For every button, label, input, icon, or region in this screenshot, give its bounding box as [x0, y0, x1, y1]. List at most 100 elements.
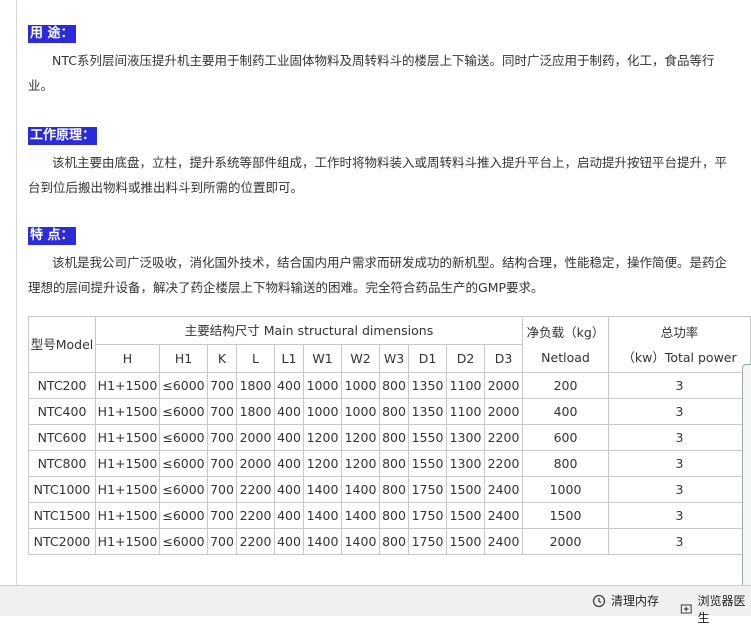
dimension-header-cell: L — [236, 344, 275, 373]
table-cell: 2400 — [484, 528, 523, 555]
model-cell: NTC600 — [28, 424, 96, 451]
paragraph-line: 业。 — [28, 78, 54, 93]
table-cell: 400 — [274, 372, 304, 399]
table-cell: 800 — [379, 528, 409, 555]
table-cell: 2000 — [236, 450, 275, 477]
browser-doctor-button[interactable]: 浏览器医生 — [680, 592, 751, 626]
paragraph-line: 该机主要由底盘，立柱，提升系统等部件组成，工作时将物料装入或周转料斗推入提升平台… — [52, 155, 728, 170]
table-cell: 400 — [274, 476, 304, 503]
clear-memory-button[interactable]: 清理内存 — [592, 592, 659, 609]
table-cell: 700 — [207, 476, 237, 503]
paragraph-line: NTC系列层间液压提升机主要用于制药工业固体物料及周转料斗的楼层上下输送。同时广… — [52, 53, 715, 68]
table-cell: 1400 — [341, 502, 380, 529]
table-row: NTC1000 H1+1500 ≤6000 700 2200 400 1400 1400 800… — [28, 476, 751, 503]
table-cell: 3 — [608, 476, 751, 503]
browser-doctor-label: 浏览器医生 — [697, 594, 746, 625]
content-left-border — [16, 0, 17, 586]
table-row: NTC400 H1+1500 ≤6000 700 1800 400 1000 1000 800 1… — [28, 398, 751, 425]
table-cell: 1200 — [303, 450, 342, 477]
table-cell: 1750 — [408, 476, 447, 503]
table-cell: ≤6000 — [159, 372, 208, 399]
dimension-header-cell: L1 — [274, 344, 304, 373]
table-cell: 700 — [207, 502, 237, 529]
clear-memory-label: 清理内存 — [611, 594, 660, 608]
table-cell: 1100 — [446, 372, 485, 399]
table-cell: 1550 — [408, 450, 447, 477]
table-cell: H1+1500 — [95, 528, 160, 555]
table-cell: 200 — [522, 372, 609, 399]
table-cell: 800 — [379, 476, 409, 503]
table-body: NTC200 H1+1500 ≤6000 700 1800 400 1000 1000 800 1… — [28, 372, 751, 555]
section-usage: 用 途： NTC系列层间液压提升机主要用于制药工业固体物料及周转料斗的楼层上下输… — [28, 20, 714, 98]
table-cell: 2000 — [484, 372, 523, 399]
table-cell: 1350 — [408, 398, 447, 425]
table-cell: 700 — [207, 372, 237, 399]
table-cell: 1100 — [446, 398, 485, 425]
header-netload: 净负载（kg） Netload — [522, 316, 609, 373]
dimension-header-cell: D1 — [408, 344, 447, 373]
table-cell: 1000 — [341, 398, 380, 425]
table-row: NTC600 H1+1500 ≤6000 700 2000 400 1200 1200 800 1… — [28, 424, 751, 451]
header-model: 型号Model — [28, 316, 96, 373]
model-cell: NTC400 — [28, 398, 96, 425]
section-working-principle: 工作原理： 该机主要由底盘，立柱，提升系统等部件组成，工作时将物料装入或周转料斗… — [28, 122, 727, 200]
dimension-header-cell: H — [95, 344, 160, 373]
header-dimensions: 主要结构尺寸 Main structural dimensions — [95, 316, 523, 345]
table-cell: 700 — [207, 398, 237, 425]
table-cell: 1500 — [446, 502, 485, 529]
table-cell: 1500 — [446, 476, 485, 503]
dimension-header-cell: W3 — [379, 344, 409, 373]
table-cell: 400 — [274, 424, 304, 451]
table-cell: H1+1500 — [95, 372, 160, 399]
table-cell: 3 — [608, 424, 751, 451]
table-cell: 400 — [274, 502, 304, 529]
paragraph-line: 理想的层间提升设备，解决了药企楼层上下物料输送的困难。完全符合药品生产的GMP要… — [28, 280, 544, 295]
table-cell: 2000 — [236, 424, 275, 451]
header-netload-cn: 净负载（kg） — [526, 324, 605, 340]
table-cell: 3 — [608, 502, 751, 529]
section-heading-principle: 工作原理： — [28, 127, 98, 145]
table-cell: 400 — [274, 398, 304, 425]
header-power: 总功率 （kw）Total power — [608, 316, 751, 373]
table-cell: 1400 — [303, 528, 342, 555]
floating-side-panel-edge[interactable] — [742, 364, 751, 585]
paragraph-line: 台到位后搬出物料或推出料斗到所需的位置即可。 — [28, 180, 304, 195]
model-cell: NTC1000 — [28, 476, 96, 503]
model-cell: NTC800 — [28, 450, 96, 477]
table-cell: 1750 — [408, 528, 447, 555]
table-cell: 2200 — [236, 502, 275, 529]
spec-table: 型号Model 主要结构尺寸 Main structural dimension… — [28, 316, 751, 555]
table-cell: H1+1500 — [95, 476, 160, 503]
table-cell: ≤6000 — [159, 528, 208, 555]
table-cell: 700 — [207, 450, 237, 477]
table-cell: 600 — [522, 424, 609, 451]
table-row: NTC800 H1+1500 ≤6000 700 2000 400 1200 1200 800 1… — [28, 450, 751, 477]
table-row: NTC200 H1+1500 ≤6000 700 1800 400 1000 1000 800 1… — [28, 372, 751, 399]
table-cell: 2000 — [522, 528, 609, 555]
table-cell: 800 — [379, 372, 409, 399]
model-cell: NTC2000 — [28, 528, 96, 555]
table-cell: 2000 — [484, 398, 523, 425]
table-cell: 1000 — [303, 398, 342, 425]
dimension-header-cell: H1 — [159, 344, 208, 373]
table-row: NTC1500 H1+1500 ≤6000 700 2200 400 1400 1400 800… — [28, 502, 751, 529]
dimension-header-cell: D3 — [484, 344, 523, 373]
table-cell: 2200 — [236, 476, 275, 503]
table-cell: 1200 — [303, 424, 342, 451]
dimension-header-cell: K — [207, 344, 237, 373]
table-cell: 3 — [608, 450, 751, 477]
table-cell: 1300 — [446, 424, 485, 451]
table-cell: ≤6000 — [159, 502, 208, 529]
paragraph-line: 该机是我公司广泛吸收，消化国外技术，结合国内用户需求而研发成功的新机型。结构合理… — [52, 255, 728, 270]
header-power-cn: 总功率 — [660, 324, 699, 340]
table-cell: 1400 — [303, 476, 342, 503]
browser-doctor-icon — [680, 604, 692, 614]
table-cell: 800 — [379, 450, 409, 477]
dimension-header-cell: W2 — [341, 344, 380, 373]
table-cell: 400 — [522, 398, 609, 425]
table-cell: ≤6000 — [159, 398, 208, 425]
table-cell: 800 — [522, 450, 609, 477]
table-cell: 400 — [274, 528, 304, 555]
table-cell: 1000 — [341, 372, 380, 399]
header-power-en: （kw）Total power — [622, 349, 737, 365]
